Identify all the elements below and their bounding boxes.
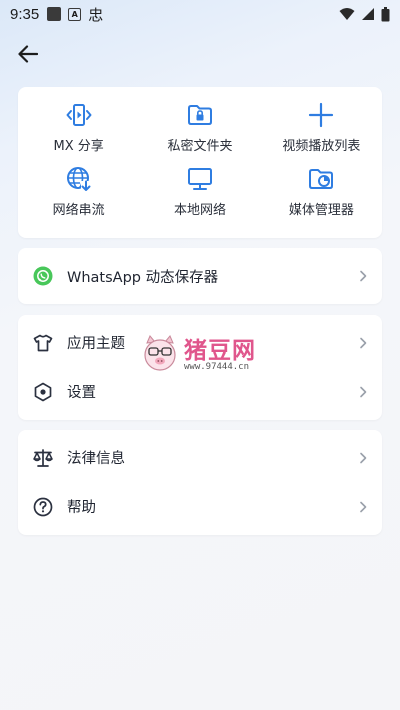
quick-action-mx-share[interactable]: MX 分享 xyxy=(18,101,139,165)
legal-card: 法律信息 帮助 xyxy=(18,430,382,535)
quick-actions-card: MX 分享 私密文件夹 视频播放列表 网络串流 本地网络 媒体管理器 xyxy=(18,87,382,238)
whatsapp-icon xyxy=(32,265,54,287)
back-button[interactable] xyxy=(14,42,42,66)
hexagon-settings-icon xyxy=(32,381,54,403)
quick-action-label: 视频播放列表 xyxy=(282,139,361,154)
quick-action-label: 本地网络 xyxy=(173,202,226,218)
arrow-left-icon xyxy=(18,45,38,63)
menu-item-help[interactable]: 帮助 xyxy=(18,482,382,531)
help-icon xyxy=(32,496,54,518)
network-stream-icon xyxy=(66,166,91,191)
signal-icon xyxy=(362,8,374,20)
status-bar: 9:35 A 忠 xyxy=(0,0,400,28)
chinese-glyph-icon: 忠 xyxy=(88,5,104,24)
quick-action-label: 媒体管理器 xyxy=(288,202,354,218)
quick-action-label: 网络串流 xyxy=(52,202,105,218)
settings-card: 应用主题 设置 xyxy=(18,315,382,420)
menu-item-app-theme[interactable]: 应用主题 xyxy=(18,318,382,367)
quick-action-video-playlist[interactable]: 视频播放列表 xyxy=(261,101,382,165)
status-time: 9:35 xyxy=(10,5,40,23)
menu-item-label: 法律信息 xyxy=(67,451,125,467)
status-system-icons xyxy=(339,6,390,22)
status-notification-icons: A 忠 xyxy=(47,4,103,25)
quick-action-network-stream[interactable]: 网络串流 xyxy=(18,165,139,229)
quick-action-local-network[interactable]: 本地网络 xyxy=(139,165,260,229)
whatsapp-status-saver-item[interactable]: WhatsApp 动态保存器 xyxy=(18,248,382,304)
plus-icon xyxy=(309,102,334,128)
chevron-right-icon xyxy=(358,385,368,399)
mx-share-icon xyxy=(66,104,92,126)
chevron-right-icon xyxy=(358,336,368,350)
menu-item-legal-info[interactable]: 法律信息 xyxy=(18,433,382,482)
quick-action-label: MX 分享 xyxy=(53,139,104,154)
scales-icon xyxy=(32,447,54,469)
menu-item-label: 设置 xyxy=(67,385,96,401)
menu-item-label: 应用主题 xyxy=(67,336,125,352)
chevron-right-icon xyxy=(358,500,368,514)
menu-item-settings[interactable]: 设置 xyxy=(18,367,382,416)
local-network-icon xyxy=(187,167,212,190)
chevron-right-icon xyxy=(358,269,368,283)
app-square-icon xyxy=(47,7,62,21)
quick-action-label: 私密文件夹 xyxy=(167,139,233,154)
whatsapp-label: WhatsApp 动态保存器 xyxy=(67,269,219,286)
whatsapp-card: WhatsApp 动态保存器 xyxy=(18,248,382,304)
battery-icon xyxy=(381,6,390,21)
quick-action-private-folder[interactable]: 私密文件夹 xyxy=(139,101,260,165)
quick-action-media-manager[interactable]: 媒体管理器 xyxy=(261,165,382,229)
private-folder-icon xyxy=(187,105,212,125)
menu-item-label: 帮助 xyxy=(67,500,96,516)
media-manager-icon xyxy=(309,168,334,189)
chevron-right-icon xyxy=(358,451,368,465)
shirt-icon xyxy=(32,332,54,354)
a-icon: A xyxy=(68,7,82,21)
wifi-icon xyxy=(339,8,355,20)
